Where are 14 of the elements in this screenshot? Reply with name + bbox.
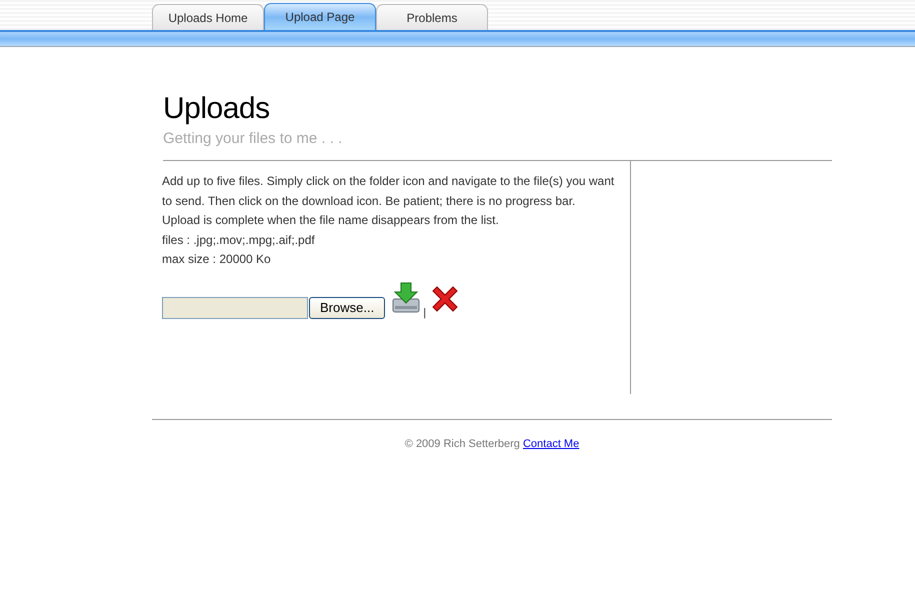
- instruction-text: files : .jpg;.mov;.mpg;.aif;.pdf: [162, 232, 316, 248]
- nav-tab[interactable]: Upload Page: [264, 3, 376, 30]
- instruction-text: Add up to five files. Simply click on the folder icon and navigate to the file(s) you want to send. Then click on the download icon. Be patient; there is no progress bar. Upload is complete when the file name disappears from the list.: [162, 173, 616, 229]
- separator: |: [423, 306, 426, 318]
- upload-drive-icon[interactable]: [392, 282, 420, 314]
- copyright-text: © 2009 Rich Setterberg: [404, 438, 520, 450]
- page-subtitle: Getting your files to me . . .: [163, 130, 344, 148]
- page-title: Uploads: [163, 91, 271, 127]
- nav-tab[interactable]: Problems: [376, 4, 488, 30]
- nav-tab[interactable]: Uploads Home: [152, 4, 264, 30]
- contact-link[interactable]: Contact Me: [522, 438, 580, 450]
- browse-button[interactable]: Browse...: [309, 296, 386, 318]
- instruction-text: max size : 20000 Ko: [162, 251, 272, 268]
- file-path-field[interactable]: [162, 296, 308, 318]
